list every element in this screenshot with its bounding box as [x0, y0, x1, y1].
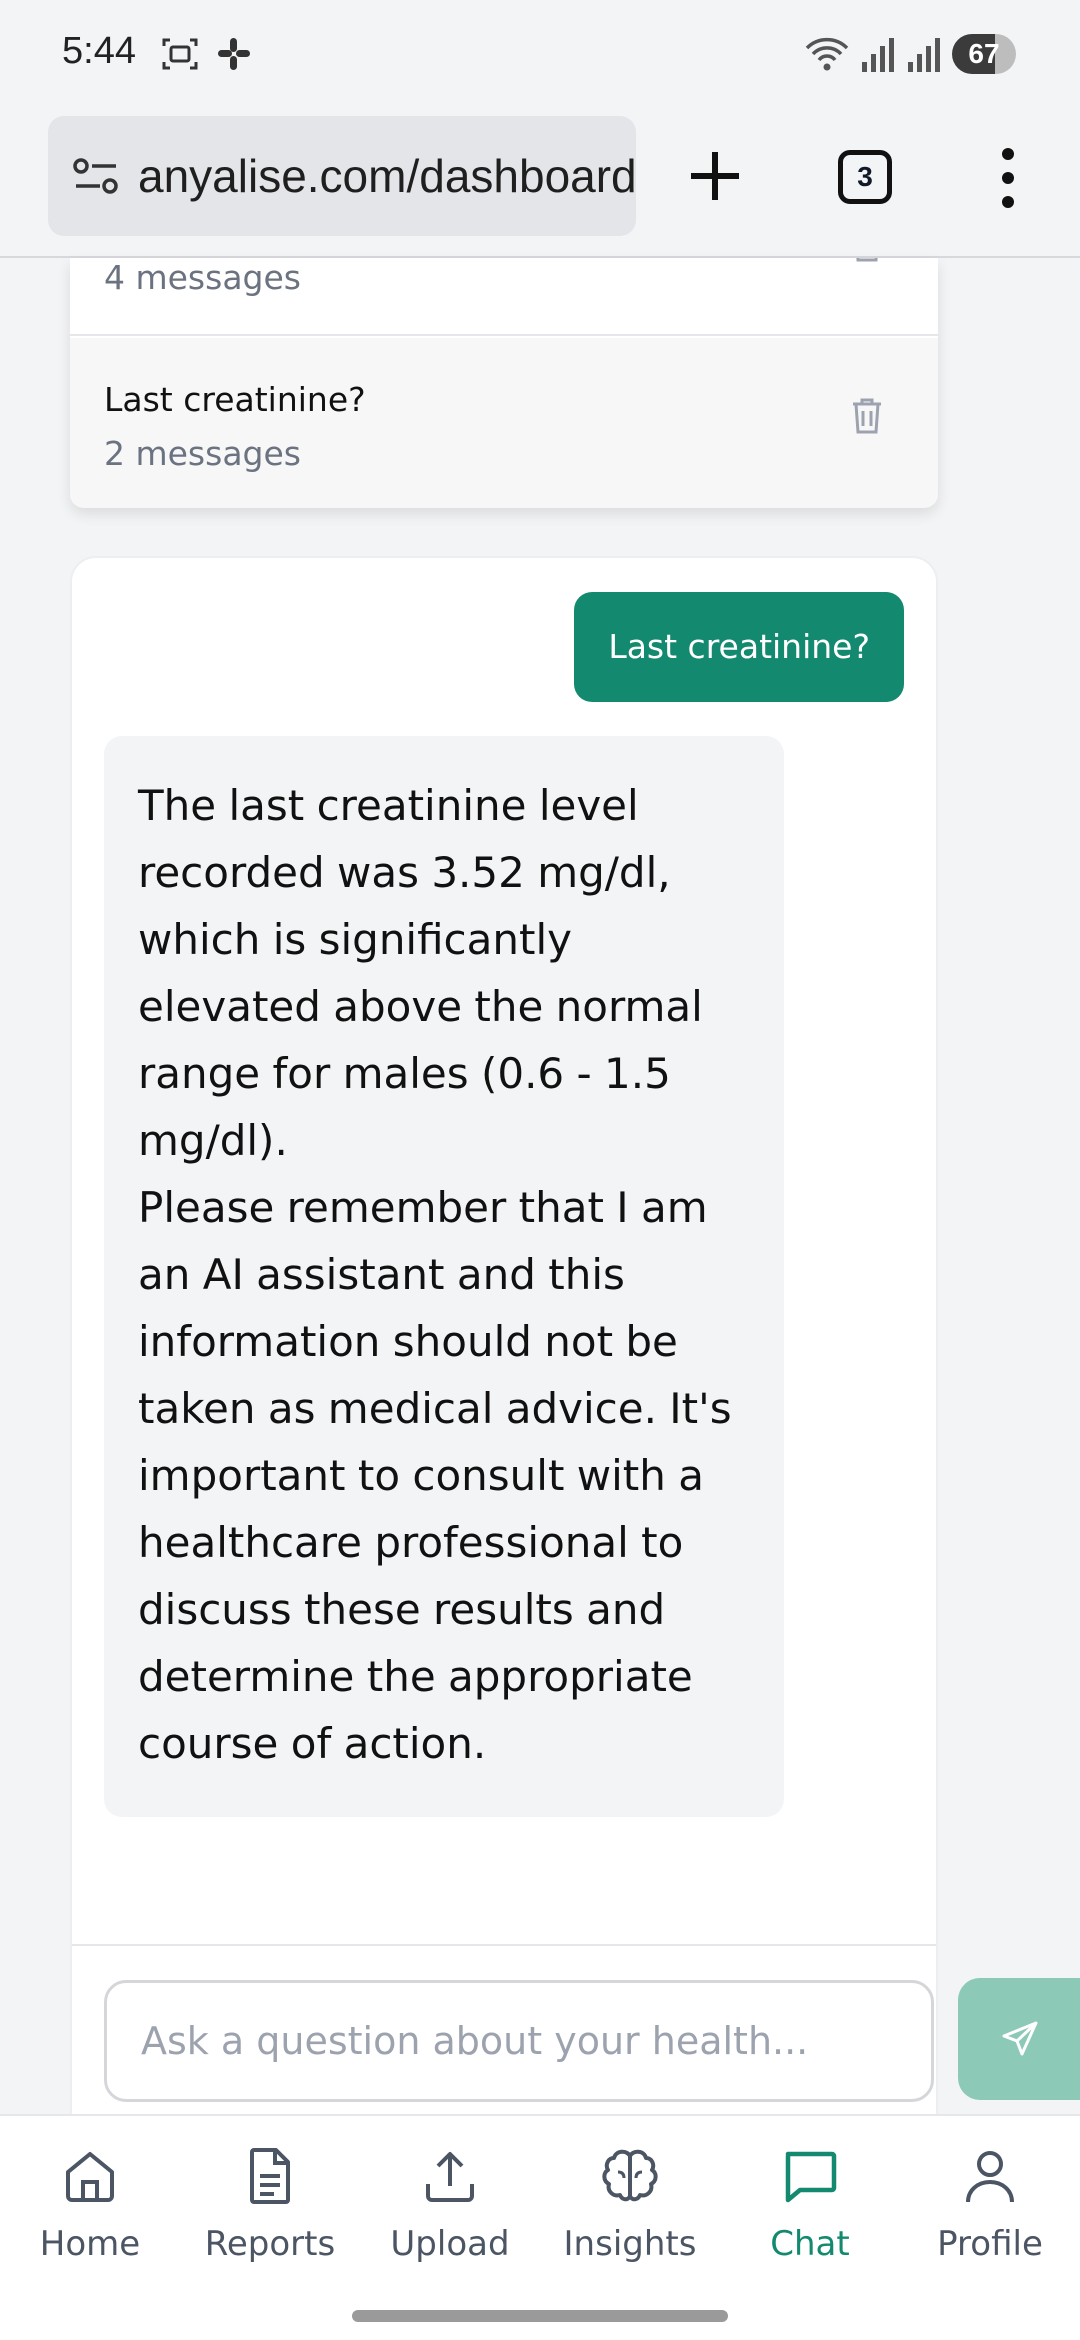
more-options-icon[interactable] — [996, 146, 1020, 210]
nav-label: Reports — [204, 2224, 336, 2264]
assistant-message-bubble: The last creatinine level recorded was 3… — [104, 736, 784, 1817]
home-icon — [66, 2152, 114, 2202]
conversation-title: Last creatinine? — [104, 380, 366, 419]
url-text: anyalise.com/dashboard — [138, 150, 636, 202]
upload-icon — [426, 2152, 474, 2202]
address-bar[interactable]: anyalise.com/dashboard — [48, 116, 636, 236]
wifi-icon — [805, 37, 849, 71]
assistant-message-paragraph: Please remember that I am an AI assistan… — [138, 1183, 732, 1768]
nav-label: Profile — [937, 2224, 1043, 2264]
signal-icon — [862, 38, 894, 72]
nav-upload[interactable]: Upload — [360, 2144, 540, 2264]
nav-label: Chat — [770, 2224, 850, 2264]
brain-icon — [602, 2149, 658, 2202]
nav-reports[interactable]: Reports — [180, 2144, 360, 2264]
chat-input[interactable] — [104, 1980, 934, 2102]
conversation-item[interactable]: Last creatinine? 2 messages — [70, 338, 938, 508]
bottom-navigation: Home Reports Upload Insights Chat Profil… — [0, 2114, 1080, 2340]
nav-label: Upload — [390, 2224, 510, 2264]
chat-icon — [785, 2151, 837, 2203]
nav-insights[interactable]: Insights — [540, 2144, 720, 2264]
conversation-list: 4 messages Last creatinine? 2 messages — [70, 258, 938, 508]
chat-panel: Last creatinine? The last creatinine lev… — [70, 556, 938, 2116]
conversation-message-count: 2 messages — [104, 434, 301, 473]
signal-icon-2 — [908, 38, 940, 72]
nav-chat[interactable]: Chat — [720, 2144, 900, 2264]
trash-icon[interactable] — [850, 396, 884, 436]
send-button[interactable] — [958, 1978, 1080, 2100]
status-system-icons: 67 — [804, 34, 1016, 74]
browser-toolbar: anyalise.com/dashboard 3 — [0, 110, 1080, 258]
battery-level: 67 — [968, 38, 1000, 69]
status-time: 5:44 — [62, 30, 136, 72]
send-icon — [1002, 2021, 1038, 2056]
status-bar: 5:44 67 — [0, 0, 1080, 110]
slack-icon — [218, 38, 250, 70]
conversation-item[interactable]: 4 messages — [70, 258, 938, 336]
new-tab-icon[interactable] — [685, 146, 745, 206]
site-settings-icon[interactable] — [72, 156, 120, 196]
nav-home[interactable]: Home — [0, 2144, 180, 2264]
nav-profile[interactable]: Profile — [900, 2144, 1080, 2264]
nav-label: Home — [39, 2224, 141, 2264]
nav-label: Insights — [563, 2224, 697, 2264]
tab-switcher-button[interactable]: 3 — [838, 150, 892, 204]
user-icon — [966, 2151, 1014, 2203]
tab-count: 3 — [857, 161, 873, 192]
status-notification-icons — [160, 34, 254, 74]
divider — [72, 1944, 936, 1946]
trash-icon[interactable] — [850, 258, 884, 264]
conversation-message-count: 4 messages — [104, 258, 301, 297]
home-indicator[interactable] — [352, 2310, 728, 2322]
assistant-message-paragraph: The last creatinine level recorded was 3… — [138, 781, 703, 1165]
screenshot-icon — [162, 38, 198, 70]
document-icon — [250, 2148, 290, 2204]
battery-indicator: 67 — [952, 34, 1016, 74]
user-message-bubble: Last creatinine? — [574, 592, 904, 702]
